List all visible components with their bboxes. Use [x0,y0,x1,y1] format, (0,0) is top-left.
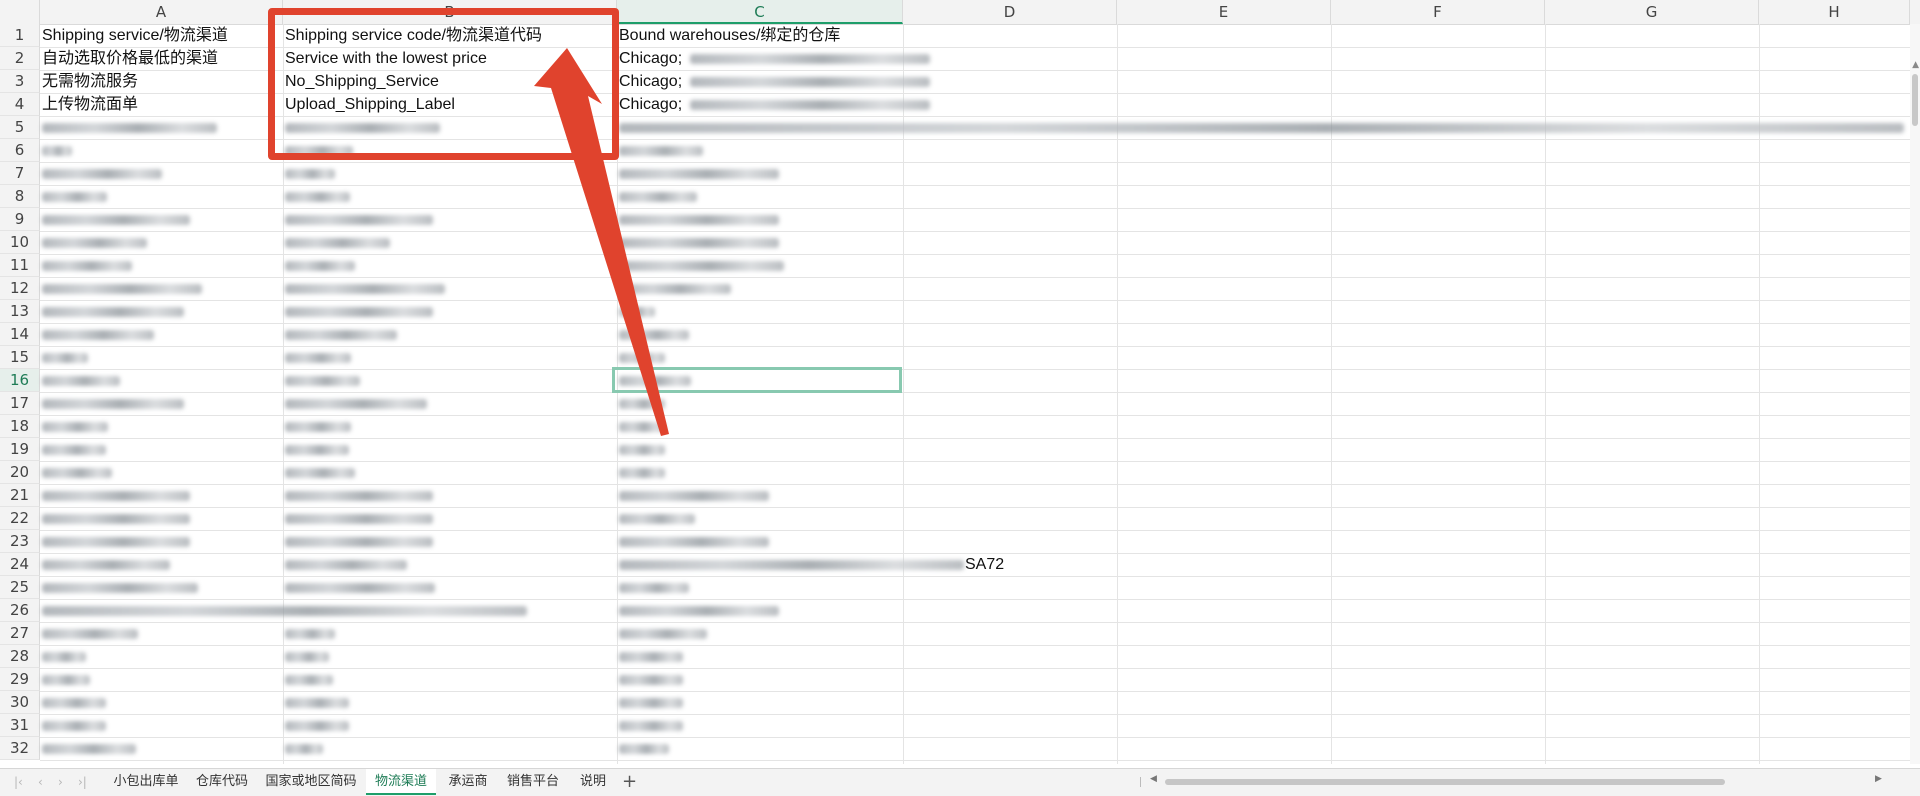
row-header[interactable]: 11 [0,254,40,277]
row-header[interactable]: 14 [0,323,40,346]
last-sheet-icon[interactable]: ›| [78,774,87,790]
horizontal-scrollbar[interactable]: ◀ ▶ [1140,774,1885,787]
select-all-corner[interactable] [0,0,40,24]
next-sheet-icon[interactable]: › [58,774,63,790]
first-sheet-icon[interactable]: |‹ [14,774,23,790]
spreadsheet: A B C D E F G H 1 2 3 4 5 6 7 8 9 10 11 … [0,0,1920,796]
row-header[interactable]: 29 [0,668,40,691]
row-header[interactable]: 4 [0,93,40,116]
row-header[interactable]: 23 [0,530,40,553]
sheet-tab[interactable]: 说明 [570,769,616,795]
row-header[interactable]: 27 [0,622,40,645]
vertical-scrollbar-thumb[interactable] [1912,74,1918,126]
row-header[interactable]: 20 [0,461,40,484]
cell-c24-tail[interactable]: SA72 [965,553,1004,576]
row-header[interactable]: 5 [0,116,40,139]
annotation-highlight-box [268,8,619,160]
cell-a4[interactable]: 上传物流面单 [42,93,138,116]
row-header[interactable]: 1 [0,24,40,47]
row-header[interactable]: 3 [0,70,40,93]
cell-a2[interactable]: 自动选取价格最低的渠道 [42,47,218,70]
sheet-tab-bar: |‹ ‹ › ›| 小包出库单 仓库代码 国家或地区简码 物流渠道 承运商 销售… [0,768,1920,796]
sheet-tab[interactable]: 国家或地区简码 [260,769,362,795]
row-header[interactable]: 30 [0,691,40,714]
cell-a3[interactable]: 无需物流服务 [42,70,138,93]
column-header-h[interactable]: H [1759,0,1910,24]
cell-c4[interactable]: Chicago; [619,93,682,116]
row-header[interactable]: 17 [0,392,40,415]
row-header[interactable]: 18 [0,415,40,438]
cell-c1[interactable]: Bound warehouses/绑定的仓库 [619,24,840,47]
scroll-right-icon[interactable]: ▶ [1875,774,1882,784]
column-header-d[interactable]: D [903,0,1117,24]
row-header[interactable]: 6 [0,139,40,162]
cell-c2[interactable]: Chicago; [619,47,682,70]
sheet-tab[interactable]: 销售平台 [500,769,566,795]
column-header-f[interactable]: F [1331,0,1545,24]
row-header[interactable]: 19 [0,438,40,461]
row-header[interactable]: 7 [0,162,40,185]
column-header-a[interactable]: A [40,0,283,24]
selected-cell-c16[interactable] [612,367,902,393]
vertical-scrollbar[interactable]: ▲ [1910,24,1920,764]
cell-c3[interactable]: Chicago; [619,70,682,93]
column-header-c[interactable]: C [617,0,903,24]
row-header[interactable]: 2 [0,47,40,70]
row-header[interactable]: 24 [0,553,40,576]
row-header[interactable]: 21 [0,484,40,507]
row-header[interactable]: 8 [0,185,40,208]
column-header-e[interactable]: E [1117,0,1331,24]
sheet-tab-active[interactable]: 物流渠道 [366,769,436,795]
row-header[interactable]: 32 [0,737,40,760]
row-header[interactable]: 22 [0,507,40,530]
scrollbar-divider [1140,777,1141,787]
row-header-active[interactable]: 16 [0,369,40,392]
column-header-g[interactable]: G [1545,0,1759,24]
sheet-tab[interactable]: 仓库代码 [188,769,256,795]
scroll-left-icon[interactable]: ◀ [1150,774,1157,784]
row-header[interactable]: 15 [0,346,40,369]
row-header[interactable]: 10 [0,231,40,254]
add-sheet-button[interactable]: + [622,770,637,794]
sheet-tab[interactable]: 承运商 [440,769,496,795]
row-header[interactable]: 25 [0,576,40,599]
row-header[interactable]: 26 [0,599,40,622]
row-header[interactable]: 31 [0,714,40,737]
row-header[interactable]: 9 [0,208,40,231]
row-header[interactable]: 28 [0,645,40,668]
scroll-up-icon[interactable]: ▲ [1912,60,1919,70]
row-header[interactable]: 12 [0,277,40,300]
row-header[interactable]: 13 [0,300,40,323]
cell-a1[interactable]: Shipping service/物流渠道 [42,24,228,47]
sheet-tab[interactable]: 小包出库单 [108,769,184,795]
prev-sheet-icon[interactable]: ‹ [38,774,43,790]
horizontal-scrollbar-thumb[interactable] [1165,779,1725,785]
